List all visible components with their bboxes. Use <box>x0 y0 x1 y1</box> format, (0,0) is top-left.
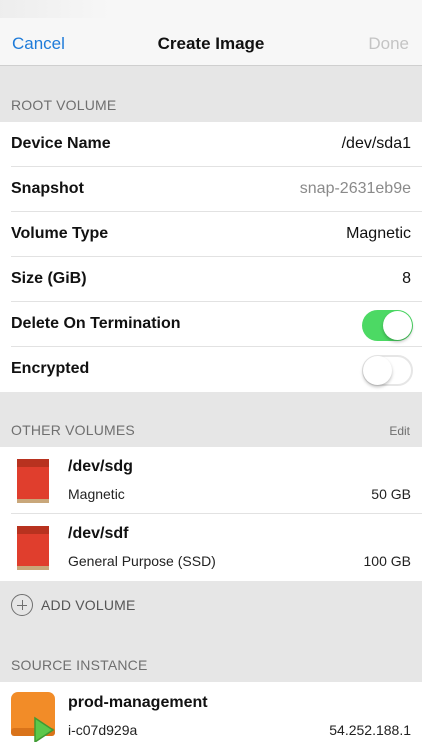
drive-icon <box>17 459 49 503</box>
root-volume-group: Device Name /dev/sda1 Snapshot snap-2631… <box>0 122 422 392</box>
device-name-row[interactable]: Device Name /dev/sda1 <box>11 122 422 167</box>
root-volume-header: ROOT VOLUME <box>0 66 422 122</box>
done-button[interactable]: Done <box>368 34 409 54</box>
source-instance-header-label: SOURCE INSTANCE <box>11 657 148 673</box>
plus-circle-icon <box>11 594 33 616</box>
device-name-label: Device Name <box>11 135 111 152</box>
toggle-knob <box>363 356 392 385</box>
instance-name: prod-management <box>68 694 208 711</box>
volume-type-label: Volume Type <box>11 225 109 242</box>
encrypted-label: Encrypted <box>11 360 90 377</box>
root-volume-header-label: ROOT VOLUME <box>11 97 117 113</box>
volume-item[interactable]: /dev/sdf General Purpose (SSD) 100 GB <box>11 514 422 581</box>
encrypted-row: Encrypted <box>11 347 422 392</box>
volume-name: /dev/sdg <box>68 458 133 475</box>
volume-type-row[interactable]: Volume Type Magnetic <box>11 212 422 257</box>
volume-type: Magnetic <box>68 486 125 502</box>
instance-id: i-c07d929a <box>68 722 138 738</box>
toggle-knob <box>383 311 412 340</box>
add-volume-button[interactable]: ADD VOLUME <box>11 593 136 617</box>
snapshot-value: snap-2631eb9e <box>299 180 411 197</box>
delete-on-termination-toggle[interactable] <box>362 310 413 341</box>
size-row[interactable]: Size (GiB) 8 <box>11 257 422 302</box>
encrypted-toggle[interactable] <box>362 355 413 386</box>
size-value: 8 <box>402 270 411 287</box>
device-name-value: /dev/sda1 <box>341 135 411 152</box>
volume-type: General Purpose (SSD) <box>68 553 216 569</box>
volume-type-value: Magnetic <box>346 225 411 242</box>
other-volumes-group: /dev/sdg Magnetic 50 GB /dev/sdf General… <box>0 447 422 581</box>
snapshot-label: Snapshot <box>11 180 84 197</box>
source-instance-group: prod-management i-c07d929a 54.252.188.1 <box>0 682 422 750</box>
other-volumes-header-label: OTHER VOLUMES <box>11 422 135 438</box>
volume-item[interactable]: /dev/sdg Magnetic 50 GB <box>11 447 422 514</box>
size-label: Size (GiB) <box>11 270 87 287</box>
volume-size: 100 GB <box>363 553 411 569</box>
source-instance-header: SOURCE INSTANCE <box>0 625 422 682</box>
edit-button[interactable]: Edit <box>389 424 410 438</box>
delete-on-termination-row: Delete On Termination <box>11 302 422 347</box>
drive-icon <box>17 526 49 570</box>
volume-size: 50 GB <box>371 486 411 502</box>
status-bar-remnant <box>0 0 110 18</box>
volume-name: /dev/sdf <box>68 525 129 542</box>
delete-on-termination-label: Delete On Termination <box>11 315 181 332</box>
instance-ip: 54.252.188.1 <box>329 722 411 738</box>
instance-running-icon <box>11 692 55 742</box>
page-title: Create Image <box>157 34 265 53</box>
instance-row[interactable]: prod-management i-c07d929a 54.252.188.1 <box>11 682 422 750</box>
navigation-bar: Cancel Create Image Done <box>0 0 422 66</box>
snapshot-row[interactable]: Snapshot snap-2631eb9e <box>11 167 422 212</box>
other-volumes-header: OTHER VOLUMES Edit <box>0 391 422 447</box>
add-volume-label: ADD VOLUME <box>41 597 136 613</box>
